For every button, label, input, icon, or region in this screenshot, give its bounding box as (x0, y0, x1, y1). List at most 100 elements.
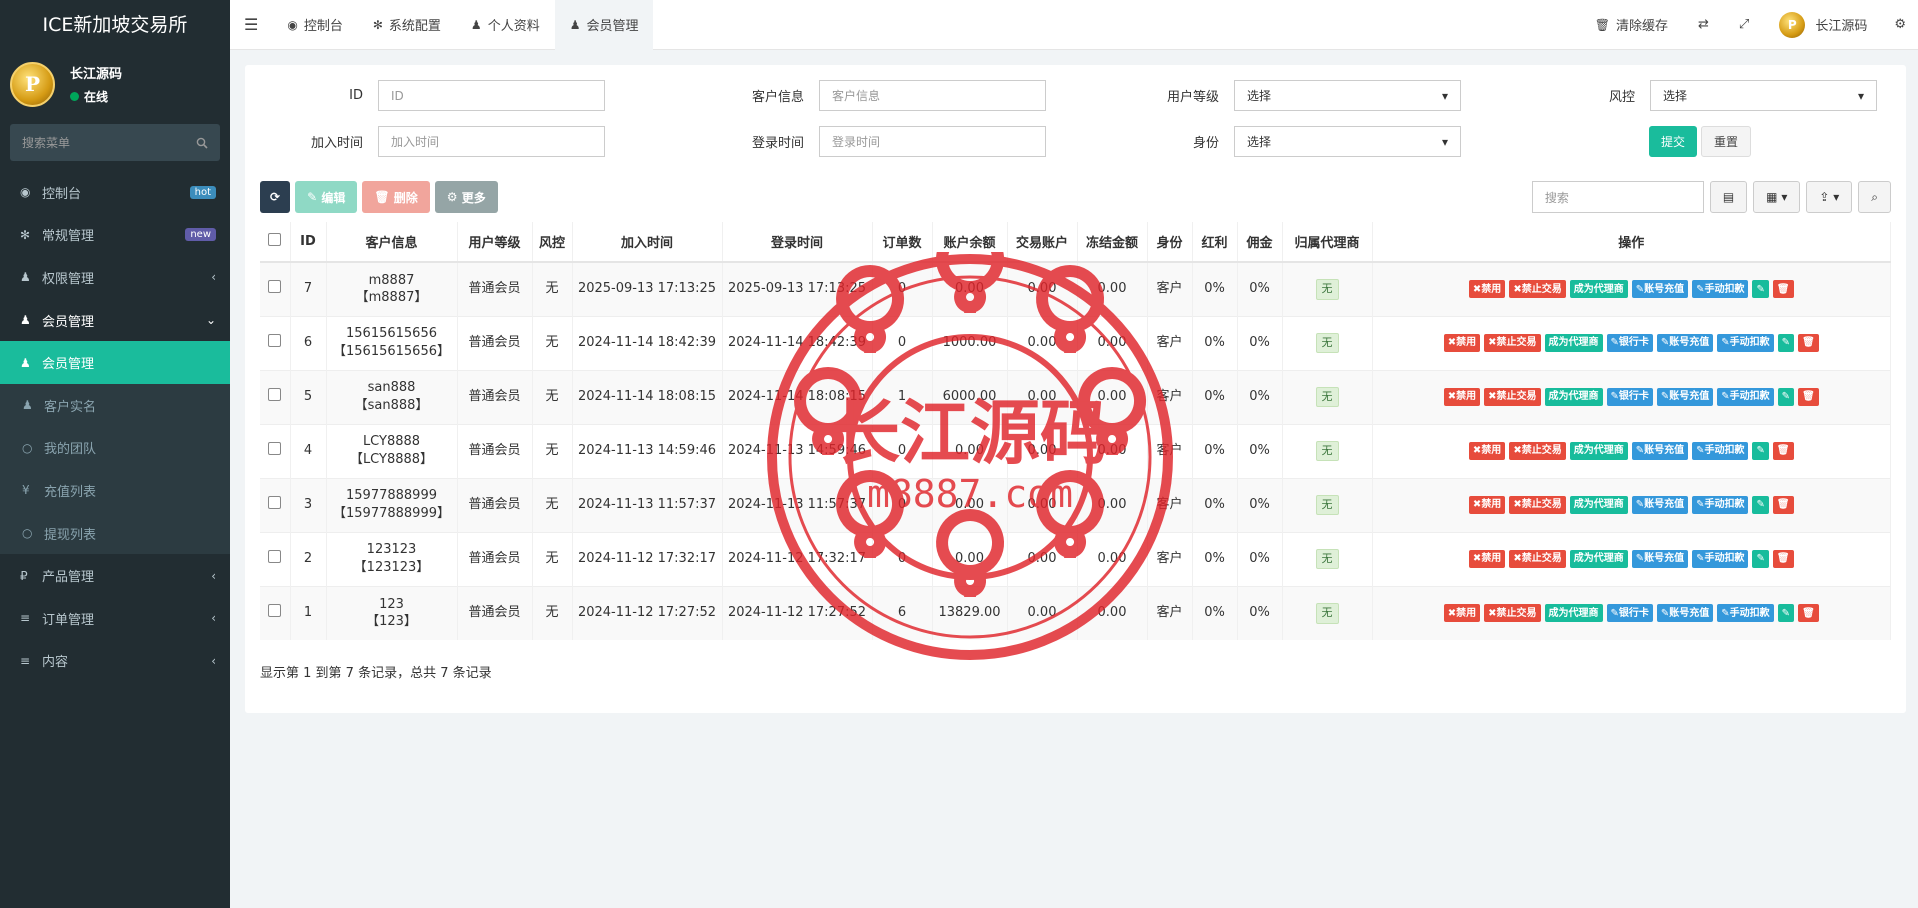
ban-trade-button[interactable]: ✖ 禁止交易 (1484, 388, 1541, 406)
sidebar-item-6[interactable]: ○ 我的团队 (0, 426, 230, 470)
disable-button[interactable]: ✖ 禁用 (1468, 550, 1506, 568)
column-header[interactable]: 账户余额 (932, 222, 1008, 263)
clear-cache-button[interactable]: 🗑 清除缓存 (1580, 0, 1683, 50)
delete-row-icon[interactable]: 🗑 (1798, 604, 1819, 623)
disable-button[interactable]: ✖ 禁用 (1468, 442, 1506, 460)
sidebar-item-4[interactable]: ♟ 会员管理 (0, 341, 230, 384)
disable-button[interactable]: ✖ 禁用 (1468, 496, 1506, 514)
disable-button[interactable]: ✖ 禁用 (1443, 604, 1481, 623)
disable-button[interactable]: ✖ 禁用 (1443, 388, 1481, 406)
disable-button[interactable]: ✖ 禁用 (1443, 334, 1481, 352)
sidebar-item-3[interactable]: ♟ 会员管理 ⌄ (0, 299, 230, 342)
deduct-button[interactable]: ✎ 手动扣款 (1692, 280, 1749, 299)
make-agent-button[interactable]: 成为代理商 (1569, 442, 1628, 460)
row-checkbox[interactable] (268, 279, 282, 293)
row-checkbox[interactable] (268, 549, 282, 563)
row-checkbox[interactable] (268, 441, 282, 455)
sidebar-item-1[interactable]: ✻ 常规管理 new (0, 214, 230, 257)
sidebar-item-5[interactable]: ♟ 客户实名 (0, 383, 230, 427)
fullscreen-icon[interactable]: ⤢ (1724, 0, 1764, 50)
recharge-button[interactable]: ✎ 账号充值 (1631, 280, 1689, 299)
sidebar-item-11[interactable]: ≡ 内容 ‹ (0, 640, 230, 683)
sidebar-search-input[interactable]: 搜索菜单 (10, 124, 220, 161)
column-header[interactable]: 身份 (1147, 222, 1193, 263)
delete-button[interactable]: 🗑 删除 (362, 181, 430, 213)
column-header[interactable]: 客户信息 (326, 222, 458, 263)
more-button[interactable]: ⚙ 更多 (434, 181, 498, 213)
sidebar-item-8[interactable]: ○ 提现列表 (0, 511, 230, 555)
column-header[interactable]: 用户等级 (457, 222, 533, 263)
column-header[interactable]: 登录时间 (722, 222, 873, 263)
column-header[interactable]: 订单数 (872, 222, 933, 263)
column-header[interactable]: 加入时间 (572, 222, 723, 263)
tab-dashboard[interactable]: ◉ 控制台 (272, 0, 358, 50)
edit-row-icon[interactable]: ✎ (1752, 280, 1769, 299)
ban-trade-button[interactable]: ✖ 禁止交易 (1509, 550, 1566, 568)
recharge-button[interactable]: ✎ 账号充值 (1631, 496, 1689, 514)
tab-system-config[interactable]: ✻ 系统配置 (358, 0, 456, 50)
filter-risk-select[interactable]: 选择 ▾ (1650, 80, 1877, 111)
recharge-button[interactable]: ✎ 账号充值 (1656, 604, 1714, 623)
edit-row-icon[interactable]: ✎ (1777, 604, 1795, 623)
filter-login-input[interactable]: 登录时间 (819, 126, 1046, 157)
deduct-button[interactable]: ✎ 手动扣款 (1717, 388, 1774, 406)
ban-trade-button[interactable]: ✖ 禁止交易 (1484, 334, 1541, 352)
sidebar-item-9[interactable]: ₽ 产品管理 ‹ (0, 554, 230, 597)
ban-trade-button[interactable]: ✖ 禁止交易 (1509, 280, 1566, 299)
ban-trade-button[interactable]: ✖ 禁止交易 (1484, 604, 1541, 623)
make-agent-button[interactable]: 成为代理商 (1544, 388, 1603, 406)
delete-row-icon[interactable]: 🗑 (1798, 388, 1819, 406)
column-header[interactable]: 冻结金额 (1077, 222, 1148, 263)
sidebar-item-10[interactable]: ≡ 订单管理 ‹ (0, 597, 230, 640)
sidebar-toggle-button[interactable]: ☰ (230, 0, 272, 50)
sidebar-item-0[interactable]: ◉ 控制台 hot (0, 171, 230, 214)
column-header[interactable]: 交易账户 (1007, 222, 1078, 263)
tab-member-management[interactable]: ♟ 会员管理 (554, 0, 654, 50)
column-header[interactable]: 风控 (532, 222, 573, 263)
make-agent-button[interactable]: 成为代理商 (1544, 604, 1603, 623)
row-checkbox[interactable] (268, 387, 282, 401)
column-header[interactable]: ID (290, 222, 327, 263)
bank-card-button[interactable]: ✎ 银行卡 (1606, 388, 1653, 406)
toggle-view-button[interactable]: ▤ (1709, 181, 1748, 213)
delete-row-icon[interactable]: 🗑 (1772, 442, 1794, 460)
edit-row-icon[interactable]: ✎ (1777, 334, 1795, 352)
advanced-search-button[interactable]: ⌕ (1858, 181, 1891, 213)
filter-join-input[interactable]: 加入时间 (378, 126, 605, 157)
submit-button[interactable]: 提交 (1649, 126, 1698, 157)
edit-row-icon[interactable]: ✎ (1752, 442, 1769, 460)
make-agent-button[interactable]: 成为代理商 (1569, 280, 1628, 299)
make-agent-button[interactable]: 成为代理商 (1544, 334, 1603, 352)
make-agent-button[interactable]: 成为代理商 (1569, 550, 1628, 568)
recharge-button[interactable]: ✎ 账号充值 (1631, 550, 1689, 568)
table-search-input[interactable]: 搜索 (1531, 181, 1704, 213)
row-checkbox[interactable] (268, 333, 282, 347)
column-header[interactable]: 佣金 (1237, 222, 1283, 263)
delete-row-icon[interactable]: 🗑 (1772, 550, 1794, 568)
filter-customer-input[interactable]: 客户信息 (819, 80, 1046, 111)
make-agent-button[interactable]: 成为代理商 (1569, 496, 1628, 514)
language-icon[interactable]: ⇄ (1683, 0, 1724, 50)
user-menu[interactable]: P 长江源码 (1764, 0, 1882, 50)
tab-profile[interactable]: ♟ 个人资料 (456, 0, 555, 50)
select-all-checkbox[interactable] (268, 233, 282, 246)
row-checkbox[interactable] (268, 603, 282, 617)
bank-card-button[interactable]: ✎ 银行卡 (1606, 604, 1653, 623)
column-header[interactable]: 操作 (1372, 222, 1891, 263)
bank-card-button[interactable]: ✎ 银行卡 (1606, 334, 1653, 352)
recharge-button[interactable]: ✎ 账号充值 (1631, 442, 1689, 460)
reset-button[interactable]: 重置 (1701, 126, 1752, 157)
filter-role-select[interactable]: 选择 ▾ (1234, 126, 1461, 157)
settings-icon[interactable]: ⚙ (1882, 0, 1918, 50)
export-button[interactable]: ⇪ ▾ (1806, 181, 1853, 213)
deduct-button[interactable]: ✎ 手动扣款 (1717, 604, 1774, 623)
refresh-button[interactable]: ⟳ (260, 181, 291, 213)
row-checkbox[interactable] (268, 495, 282, 509)
app-logo[interactable]: ICE新加坡交易所 (0, 0, 230, 50)
delete-row-icon[interactable]: 🗑 (1772, 280, 1794, 299)
columns-button[interactable]: ▦ ▾ (1753, 181, 1801, 213)
edit-row-icon[interactable]: ✎ (1752, 496, 1769, 514)
recharge-button[interactable]: ✎ 账号充值 (1656, 388, 1714, 406)
column-header[interactable]: 归属代理商 (1282, 222, 1373, 263)
recharge-button[interactable]: ✎ 账号充值 (1656, 334, 1714, 352)
